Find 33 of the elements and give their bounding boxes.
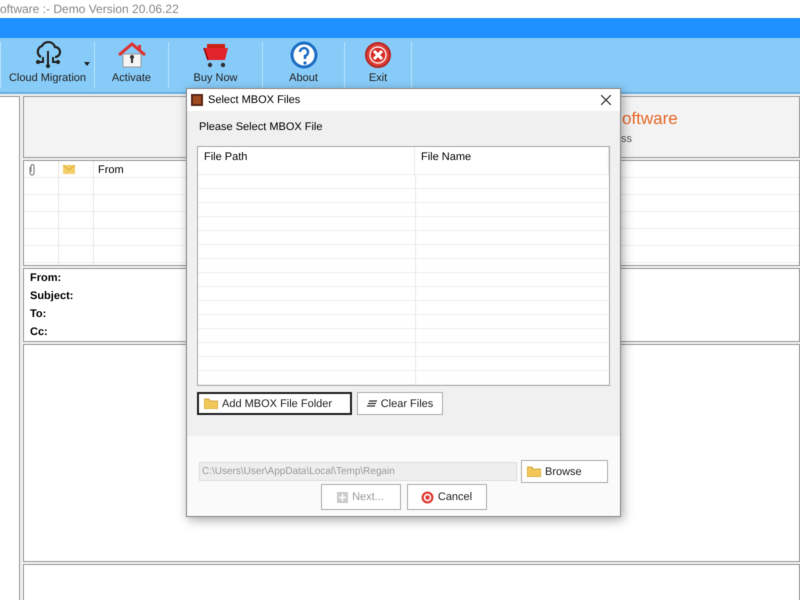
- help-icon: [290, 41, 318, 69]
- toolbar-button[interactable]: Cloud Migration: [1, 38, 94, 92]
- field-label: From:: [30, 272, 62, 284]
- column-header: File Path: [198, 147, 415, 175]
- clear-files-button[interactable]: Clear Files: [357, 392, 443, 415]
- add-folder-button[interactable]: Add MBOX File Folder: [197, 392, 352, 415]
- field-label: Subject:: [30, 290, 74, 302]
- instruction-text: Please Select MBOX File: [198, 120, 324, 135]
- dialog-title: Select MBOX Files: [208, 94, 300, 106]
- window-title: oftware :- Demo Version 20.06.22: [0, 0, 800, 18]
- app-icon: [191, 94, 203, 106]
- brand-name: oftware: [622, 109, 678, 129]
- field-label: Cc:: [30, 326, 49, 338]
- toolbar-button[interactable]: About: [263, 38, 344, 92]
- list-icon: [366, 400, 377, 407]
- toolbar-button[interactable]: Activate: [95, 38, 168, 92]
- plus-icon: [337, 492, 348, 502]
- paperclip-icon: [28, 164, 36, 176]
- column-header: File Name: [415, 147, 609, 175]
- folder-icon: [204, 398, 218, 409]
- close-icon: [601, 95, 611, 105]
- exit-icon: [364, 41, 392, 69]
- tagline: ss: [621, 133, 632, 145]
- column-header: From: [97, 162, 125, 178]
- cancel-button[interactable]: Cancel: [406, 484, 486, 510]
- house-icon: [116, 41, 146, 69]
- cancel-icon: [420, 490, 434, 504]
- toolbar-button[interactable]: Buy Now: [169, 38, 262, 92]
- field-label: To:: [30, 308, 48, 320]
- browse-button[interactable]: Browse: [521, 460, 608, 483]
- folder-icon: [527, 466, 541, 477]
- cart-icon: [200, 43, 230, 69]
- envelope-icon: [63, 165, 75, 174]
